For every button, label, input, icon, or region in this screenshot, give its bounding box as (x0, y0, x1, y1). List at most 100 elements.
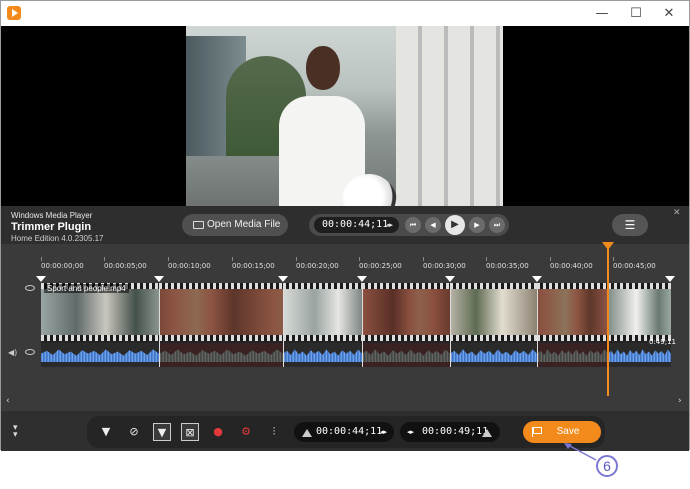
selection-end-field[interactable]: 00:00:49;11 ◂▸ (400, 422, 500, 442)
split-marker[interactable] (154, 276, 164, 282)
ruler-label: 00:00:05;00 (104, 262, 147, 270)
ruler-tick (168, 257, 169, 261)
ruler-tick (359, 257, 360, 261)
remove-filter-icon[interactable]: ⊘ (125, 423, 143, 441)
clip-thumbnails (450, 289, 537, 335)
clip-thumbnails (159, 289, 283, 335)
trimmer-panel: Windows Media Player Trimmer Plugin Home… (1, 206, 689, 451)
clip-thumbnails (41, 289, 159, 335)
video-person (271, 46, 397, 206)
hamburger-icon: ☰ (624, 218, 636, 232)
split-marker[interactable] (532, 276, 542, 282)
video-visibility-eye-icon[interactable] (25, 285, 35, 291)
split-marker[interactable] (357, 276, 367, 282)
clip-file-name: Sport and people.mp4 (44, 284, 129, 293)
close-button[interactable]: ✕ (658, 4, 680, 24)
split-marker[interactable] (36, 276, 46, 282)
current-time-field[interactable]: 00:00:44;11 ◂▸ (314, 217, 399, 233)
ruler-label: 00:00:40;00 (550, 262, 593, 270)
title-bar: — ☐ ✕ (1, 1, 689, 26)
video-preview (1, 26, 689, 206)
filter-icon[interactable]: ▼ (97, 423, 115, 441)
filmstrip (159, 283, 283, 341)
clip-segment-kept[interactable] (608, 283, 671, 367)
audio-waveform (159, 343, 283, 367)
folder-icon (193, 221, 204, 229)
clip-thumbnails (362, 289, 450, 335)
segment-divider (159, 283, 160, 367)
flag-icon (532, 427, 542, 437)
segment-divider (450, 283, 451, 367)
step-forward-button[interactable]: ▶ (469, 217, 485, 233)
end-spin-icon[interactable]: ◂▸ (407, 422, 414, 442)
clip-segment-kept[interactable] (450, 283, 537, 367)
minimize-button[interactable]: — (591, 4, 613, 24)
ruler-label: 00:00:20;00 (296, 262, 339, 270)
close-panel-icon[interactable]: ✕ (673, 208, 681, 218)
ruler-label: 00:00:30;00 (423, 262, 466, 270)
menu-button[interactable]: ☰ (612, 214, 648, 236)
selection-end-value: 00:00:49;11 (422, 426, 489, 437)
split-marker[interactable] (665, 276, 675, 282)
time-spin-icon[interactable]: ◂▸ (386, 217, 393, 233)
settings-gear-icon[interactable]: ⚙ (237, 423, 255, 441)
split-marker[interactable] (278, 276, 288, 282)
scroll-right-icon[interactable]: › (678, 396, 682, 406)
selection-start-value: 00:00:44;11 (316, 426, 383, 437)
ruler-tick (423, 257, 424, 261)
selection-start-field[interactable]: 00:00:44;11 ◂▸ (294, 422, 394, 442)
audio-waveform (450, 343, 537, 367)
play-button[interactable]: ▶ (445, 215, 465, 235)
segment-divider (537, 283, 538, 367)
split-marker[interactable] (445, 276, 455, 282)
step-back-button[interactable]: ◀ (425, 217, 441, 233)
transport-controls: 00:00:44;11 ◂▸ ⏮ ◀ ▶ ▶ ⏭ (309, 214, 509, 236)
timeline-track[interactable] (41, 283, 671, 367)
clip-segment-kept[interactable] (283, 283, 362, 367)
ruler-label: 00:00:10;00 (168, 262, 211, 270)
filmstrip (450, 283, 537, 341)
open-media-file-button[interactable]: Open Media File (182, 214, 288, 236)
step-forward-icon: ▶ (474, 221, 480, 229)
audio-waveform (41, 343, 159, 367)
audio-waveform (362, 343, 450, 367)
clip-segment-removed[interactable] (362, 283, 450, 367)
clip-segment-removed[interactable] (537, 283, 608, 367)
go-to-start-button[interactable]: ⏮ (405, 217, 421, 233)
annotation-arrow (564, 443, 597, 461)
equalizer-icon[interactable]: ⫶ (265, 423, 283, 441)
audio-speaker-icon[interactable]: ◀) (8, 349, 17, 357)
ruler-label: 00:00:00;00 (41, 262, 84, 270)
go-to-end-button[interactable]: ⏭ (489, 217, 505, 233)
scroll-left-icon[interactable]: ‹ (6, 396, 10, 406)
cut-selection-icon[interactable]: ⊠ (181, 423, 199, 441)
app-logo-icon (7, 6, 21, 20)
clip-segment-kept[interactable] (41, 283, 159, 367)
clip-end-time: 0:49;11 (649, 338, 676, 346)
maximize-button[interactable]: ☐ (625, 4, 647, 24)
segment-divider (362, 283, 363, 367)
audio-waveform (283, 343, 362, 367)
save-label: Save (556, 426, 580, 437)
playhead[interactable] (602, 242, 614, 397)
app-name: Windows Media Player (11, 211, 93, 220)
mark-in-icon[interactable]: ▼ (153, 423, 171, 441)
record-mic-icon[interactable]: ● (209, 423, 227, 441)
clip-thumbnails (283, 289, 362, 335)
start-marker-icon (302, 429, 312, 437)
ruler-tick (613, 257, 614, 261)
start-spin-icon[interactable]: ◂▸ (380, 422, 387, 442)
collapse-panel-icon[interactable]: ▾ ▾ (13, 424, 18, 440)
trimmer-header: Windows Media Player Trimmer Plugin Home… (1, 206, 689, 244)
audio-visibility-eye-icon[interactable] (25, 349, 35, 355)
audio-waveform (537, 343, 608, 367)
video-frame (186, 26, 503, 206)
clip-segment-removed[interactable] (159, 283, 283, 367)
timeline-scrollbar[interactable]: ‹ › (1, 396, 689, 406)
ruler-tick (232, 257, 233, 261)
ruler-tick (41, 257, 42, 261)
skip-forward-icon: ⏭ (493, 221, 501, 229)
timeline-ruler[interactable]: 00:00:00;00 00:00:05;00 00:00:10;00 00:0… (1, 256, 689, 278)
edition-label: Home Edition 4.0.2305.17 (11, 234, 104, 243)
play-icon: ▶ (451, 219, 459, 230)
